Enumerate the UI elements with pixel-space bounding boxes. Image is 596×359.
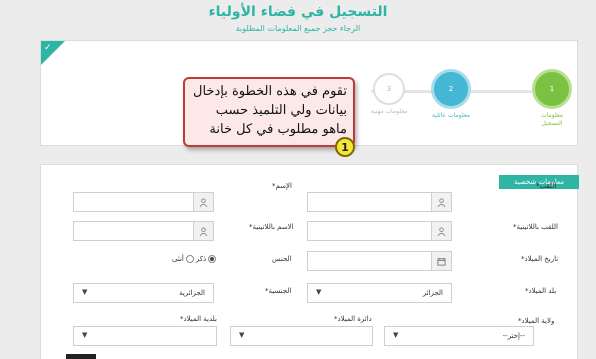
gender-label: الجنس [272,255,292,263]
step-2-number: 2 [448,85,454,93]
surname-label: اللقب* [536,182,557,190]
step-1-label: معلومات التسجيل [527,112,577,128]
user-icon [193,222,213,240]
gender-male-label: ذكر [195,255,207,263]
page-title: التسجيل في فضاء الأولياء [208,4,388,20]
birth-wilaya-label: ولاية الميلاد* [518,317,555,325]
check-icon: ✓ [44,43,52,53]
birth-date-label: تاريخ الميلاد* [521,255,559,263]
calendar-icon[interactable] [431,252,451,270]
user-icon [431,222,451,240]
birth-daira-select[interactable]: ▼ [230,326,373,346]
step-1[interactable]: 1 معلومات التسجيل [527,69,577,128]
step-3[interactable]: 3 معلومات مهنية [361,73,417,116]
birth-wilaya-placeholder: --إختر-- [502,332,525,340]
birth-commune-select[interactable]: ▼ [73,326,217,346]
name-latin-input[interactable] [73,221,214,241]
surname-input[interactable] [307,192,452,212]
user-icon [193,193,213,211]
birth-date-input[interactable] [307,251,452,271]
page-subtitle: الرجاء حجز جميع المعلومات المطلوبة [235,24,361,33]
chevron-down-icon: ▼ [393,331,399,339]
name-label: الإسم* [272,182,292,190]
birth-country-label: بلد الميلاد* [525,287,557,295]
birth-country-select[interactable]: الجزائر ▼ [307,283,452,303]
name-latin-label: الاسم باللاتينية* [249,223,294,231]
page-edge-strip [66,354,96,359]
callout-line-1: تقوم في هذه الخطوة بإدخال [193,84,347,99]
user-icon [431,193,451,211]
birth-country-value: الجزائر [422,289,443,297]
gender-radio-group: أنثى ذكر [172,255,217,263]
registration-page: التسجيل في فضاء الأولياء الرجاء حجز جميع… [0,0,596,359]
step-1-number: 1 [549,85,555,93]
chevron-down-icon: ▼ [239,331,245,339]
birth-daira-label: دائرة الميلاد* [334,315,372,323]
step-marker-badge: 1 [335,137,355,157]
step-2[interactable]: 2 معلومات عائلية [421,69,481,120]
gender-female-radio[interactable] [185,255,194,263]
step-3-circle: 3 [373,73,405,105]
step-2-circle: 2 [431,69,471,109]
birth-wilaya-select[interactable]: --إختر-- ▼ [384,326,534,346]
name-input[interactable] [73,192,214,212]
chevron-down-icon: ▼ [82,288,88,296]
nationality-label: الجنسية* [265,287,292,295]
chevron-down-icon: ▼ [82,331,88,339]
step-1-circle: 1 [532,69,572,109]
step-1-label-line2: التسجيل [541,120,563,127]
callout-line-2: بيانات ولي التلميذ حسب [215,103,347,118]
instruction-callout: تقوم في هذه الخطوة بإدخال بيانات ولي الت… [183,77,355,147]
chevron-down-icon: ▼ [316,288,322,296]
surname-latin-label: اللقب باللاتينية* [513,223,558,231]
callout-line-3: ماهو مطلوب في كل خانة [209,122,347,137]
step-1-label-line1: معلومات [541,112,563,119]
gender-male-radio[interactable] [208,255,217,263]
step-3-label: معلومات مهنية [370,108,408,115]
step-2-label: معلومات عائلية [432,112,470,119]
surname-latin-input[interactable] [307,221,452,241]
gender-female-label: أنثى [172,255,184,263]
nationality-select[interactable]: الجزائرية ▼ [73,283,214,303]
nationality-value: الجزائرية [179,289,205,297]
step-3-number: 3 [386,85,392,93]
birth-commune-label: بلدية الميلاد* [180,315,217,323]
